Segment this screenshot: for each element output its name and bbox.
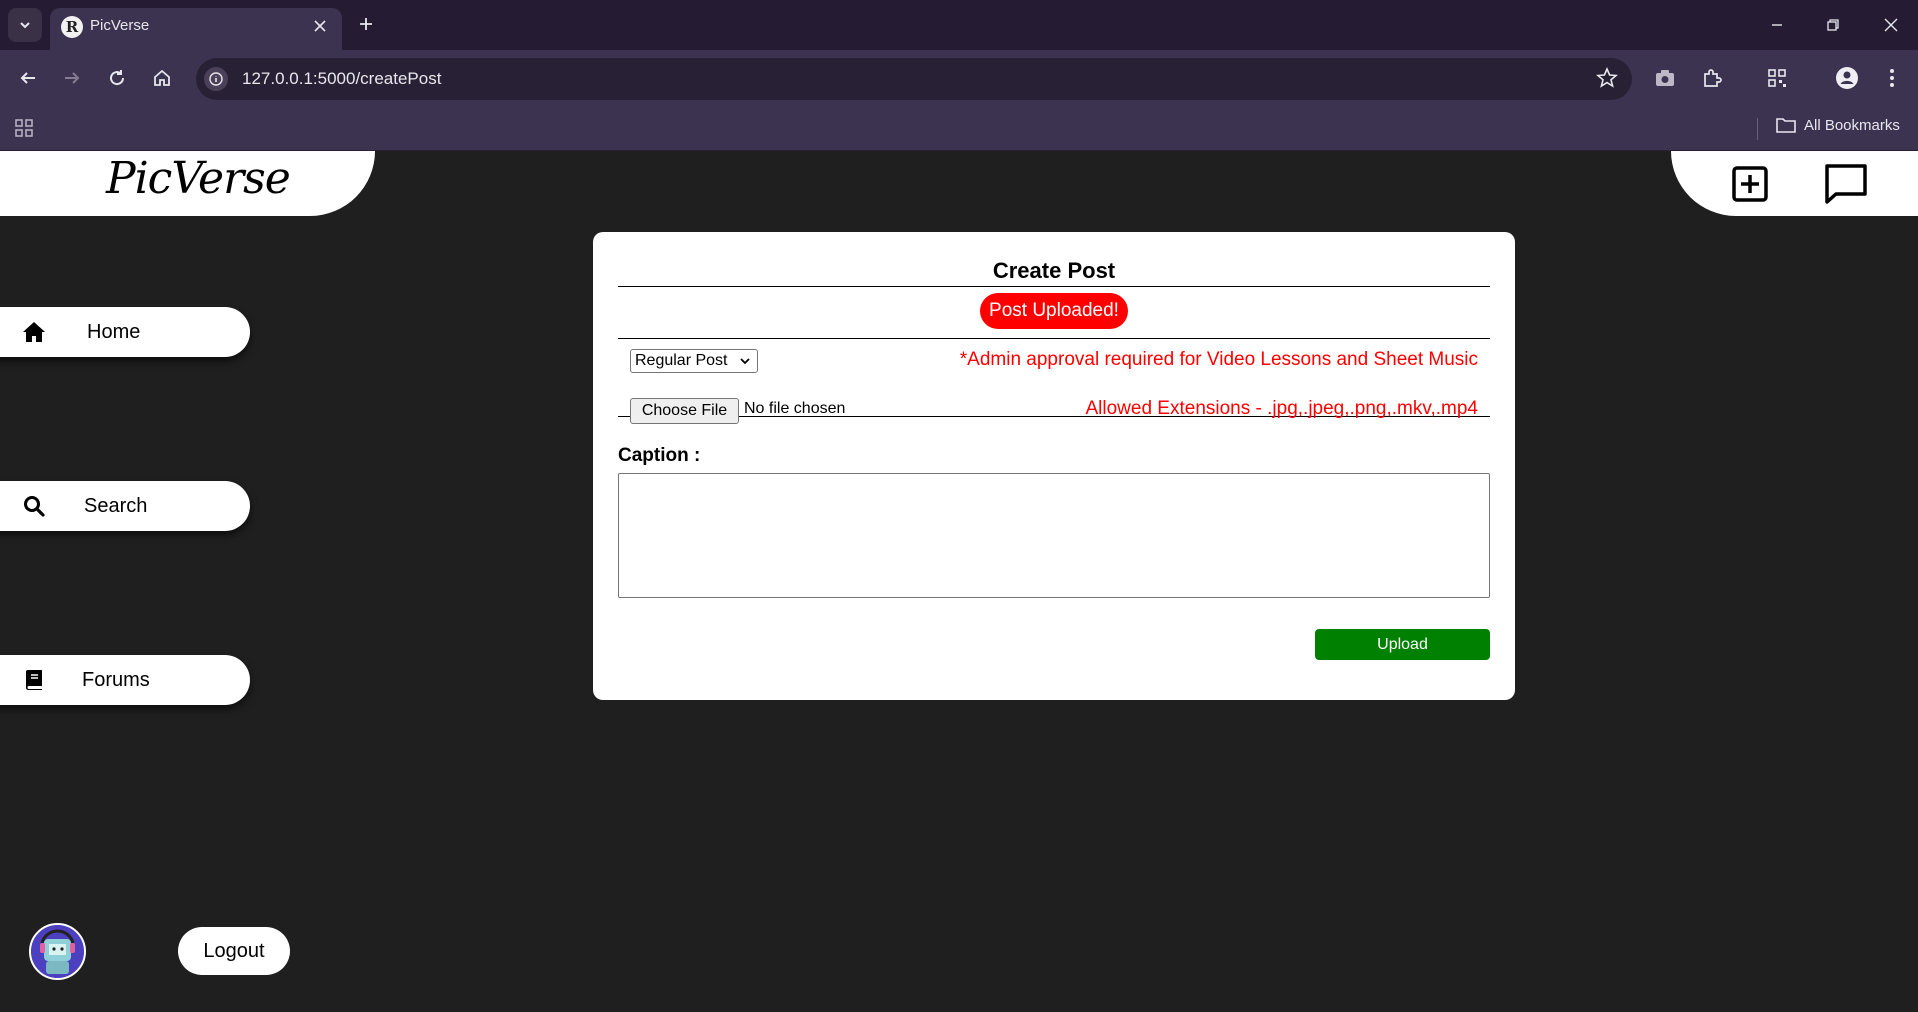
close-icon (1884, 18, 1898, 32)
nav-home[interactable]: Home (0, 307, 250, 357)
apps-grid-icon[interactable] (14, 118, 34, 143)
browser-tab[interactable]: R PicVerse (50, 8, 342, 50)
restore-button[interactable] (1818, 10, 1848, 40)
picverse-favicon-icon: R (61, 16, 83, 38)
top-actions (1671, 151, 1918, 216)
site-info-icon[interactable] (204, 67, 228, 91)
nav-forums[interactable]: Forums (0, 655, 250, 705)
messages-button[interactable] (1823, 161, 1869, 207)
browser-tab-strip: R PicVerse (0, 0, 1918, 50)
home-outline-icon (154, 69, 170, 86)
more-vertical-icon (1890, 69, 1894, 87)
qr-code-button[interactable] (1761, 62, 1793, 94)
logo-header: PicVerse (0, 151, 375, 216)
admin-approval-note: *Admin approval required for Video Lesso… (959, 349, 1478, 370)
bookmarks-bar: All Bookmarks (0, 106, 1918, 151)
caption-label: Caption : (618, 445, 701, 466)
nav-search[interactable]: Search (0, 481, 250, 531)
minimize-button[interactable] (1762, 10, 1792, 40)
qr-code-icon (1768, 69, 1786, 87)
app-logo[interactable]: PicVerse (106, 153, 291, 204)
camera-icon (1656, 70, 1674, 86)
upload-button[interactable]: Upload (1315, 629, 1490, 660)
arrow-right-icon (65, 72, 80, 84)
user-avatar[interactable] (29, 923, 86, 980)
extensions-button[interactable] (1696, 62, 1728, 94)
create-post-button[interactable] (1727, 161, 1773, 207)
chevron-down-icon (740, 358, 750, 365)
folder-icon (1776, 118, 1796, 133)
logout-button[interactable]: Logout (178, 927, 290, 975)
arrow-left-icon (20, 72, 35, 84)
page-content: PicVerse Home Search Forums Logout Creat… (0, 151, 1918, 1012)
restore-icon (1827, 19, 1839, 31)
account-icon (1836, 67, 1858, 89)
back-button[interactable] (12, 62, 44, 94)
tab-close-button[interactable] (308, 14, 332, 38)
search-icon (22, 494, 46, 518)
divider (618, 338, 1490, 339)
home-button[interactable] (146, 62, 178, 94)
post-type-select[interactable]: Regular Post (630, 349, 758, 373)
new-tab-button[interactable] (352, 10, 380, 38)
close-window-button[interactable] (1876, 10, 1906, 40)
tab-title: PicVerse (90, 17, 150, 34)
book-icon (22, 668, 46, 692)
add-box-icon (1732, 166, 1768, 202)
page-title: Create Post (618, 258, 1490, 287)
home-icon (22, 320, 46, 344)
address-bar[interactable]: 127.0.0.1:5000/createPost (196, 58, 1632, 100)
url-text[interactable]: 127.0.0.1:5000/createPost (242, 69, 441, 89)
browser-toolbar: 127.0.0.1:5000/createPost (0, 50, 1918, 106)
choose-file-button[interactable]: Choose File (630, 398, 739, 424)
tab-search-button[interactable] (8, 8, 42, 42)
allowed-extensions-note: Allowed Extensions - .jpg,.jpeg,.png,.mk… (1085, 398, 1478, 419)
nav-search-label: Search (84, 494, 148, 517)
all-bookmarks-button[interactable]: All Bookmarks (1776, 116, 1900, 134)
nav-forums-label: Forums (82, 668, 150, 691)
avatar-image (31, 925, 84, 978)
chevron-down-icon (20, 22, 30, 29)
close-icon (314, 20, 326, 32)
post-type-selected: Regular Post (635, 352, 728, 369)
chat-bubble-icon (1825, 164, 1867, 204)
bookmarks-divider (1757, 118, 1758, 140)
forward-button[interactable] (56, 62, 88, 94)
screenshot-button[interactable] (1649, 62, 1681, 94)
browser-menu-button[interactable] (1876, 62, 1908, 94)
nav-home-label: Home (87, 320, 141, 343)
puzzle-icon (1704, 69, 1722, 87)
create-post-card: Create Post Post Uploaded! Regular Post … (593, 232, 1515, 700)
minimize-icon (1772, 24, 1782, 26)
reload-button[interactable] (101, 62, 133, 94)
caption-textarea[interactable] (618, 473, 1490, 598)
bookmark-star-icon[interactable] (1596, 66, 1618, 94)
flash-message: Post Uploaded! (980, 293, 1128, 329)
plus-icon (360, 18, 372, 30)
reload-icon (110, 70, 125, 86)
profile-button[interactable] (1831, 62, 1863, 94)
file-status: No file chosen (744, 400, 846, 417)
all-bookmarks-label: All Bookmarks (1804, 116, 1900, 134)
